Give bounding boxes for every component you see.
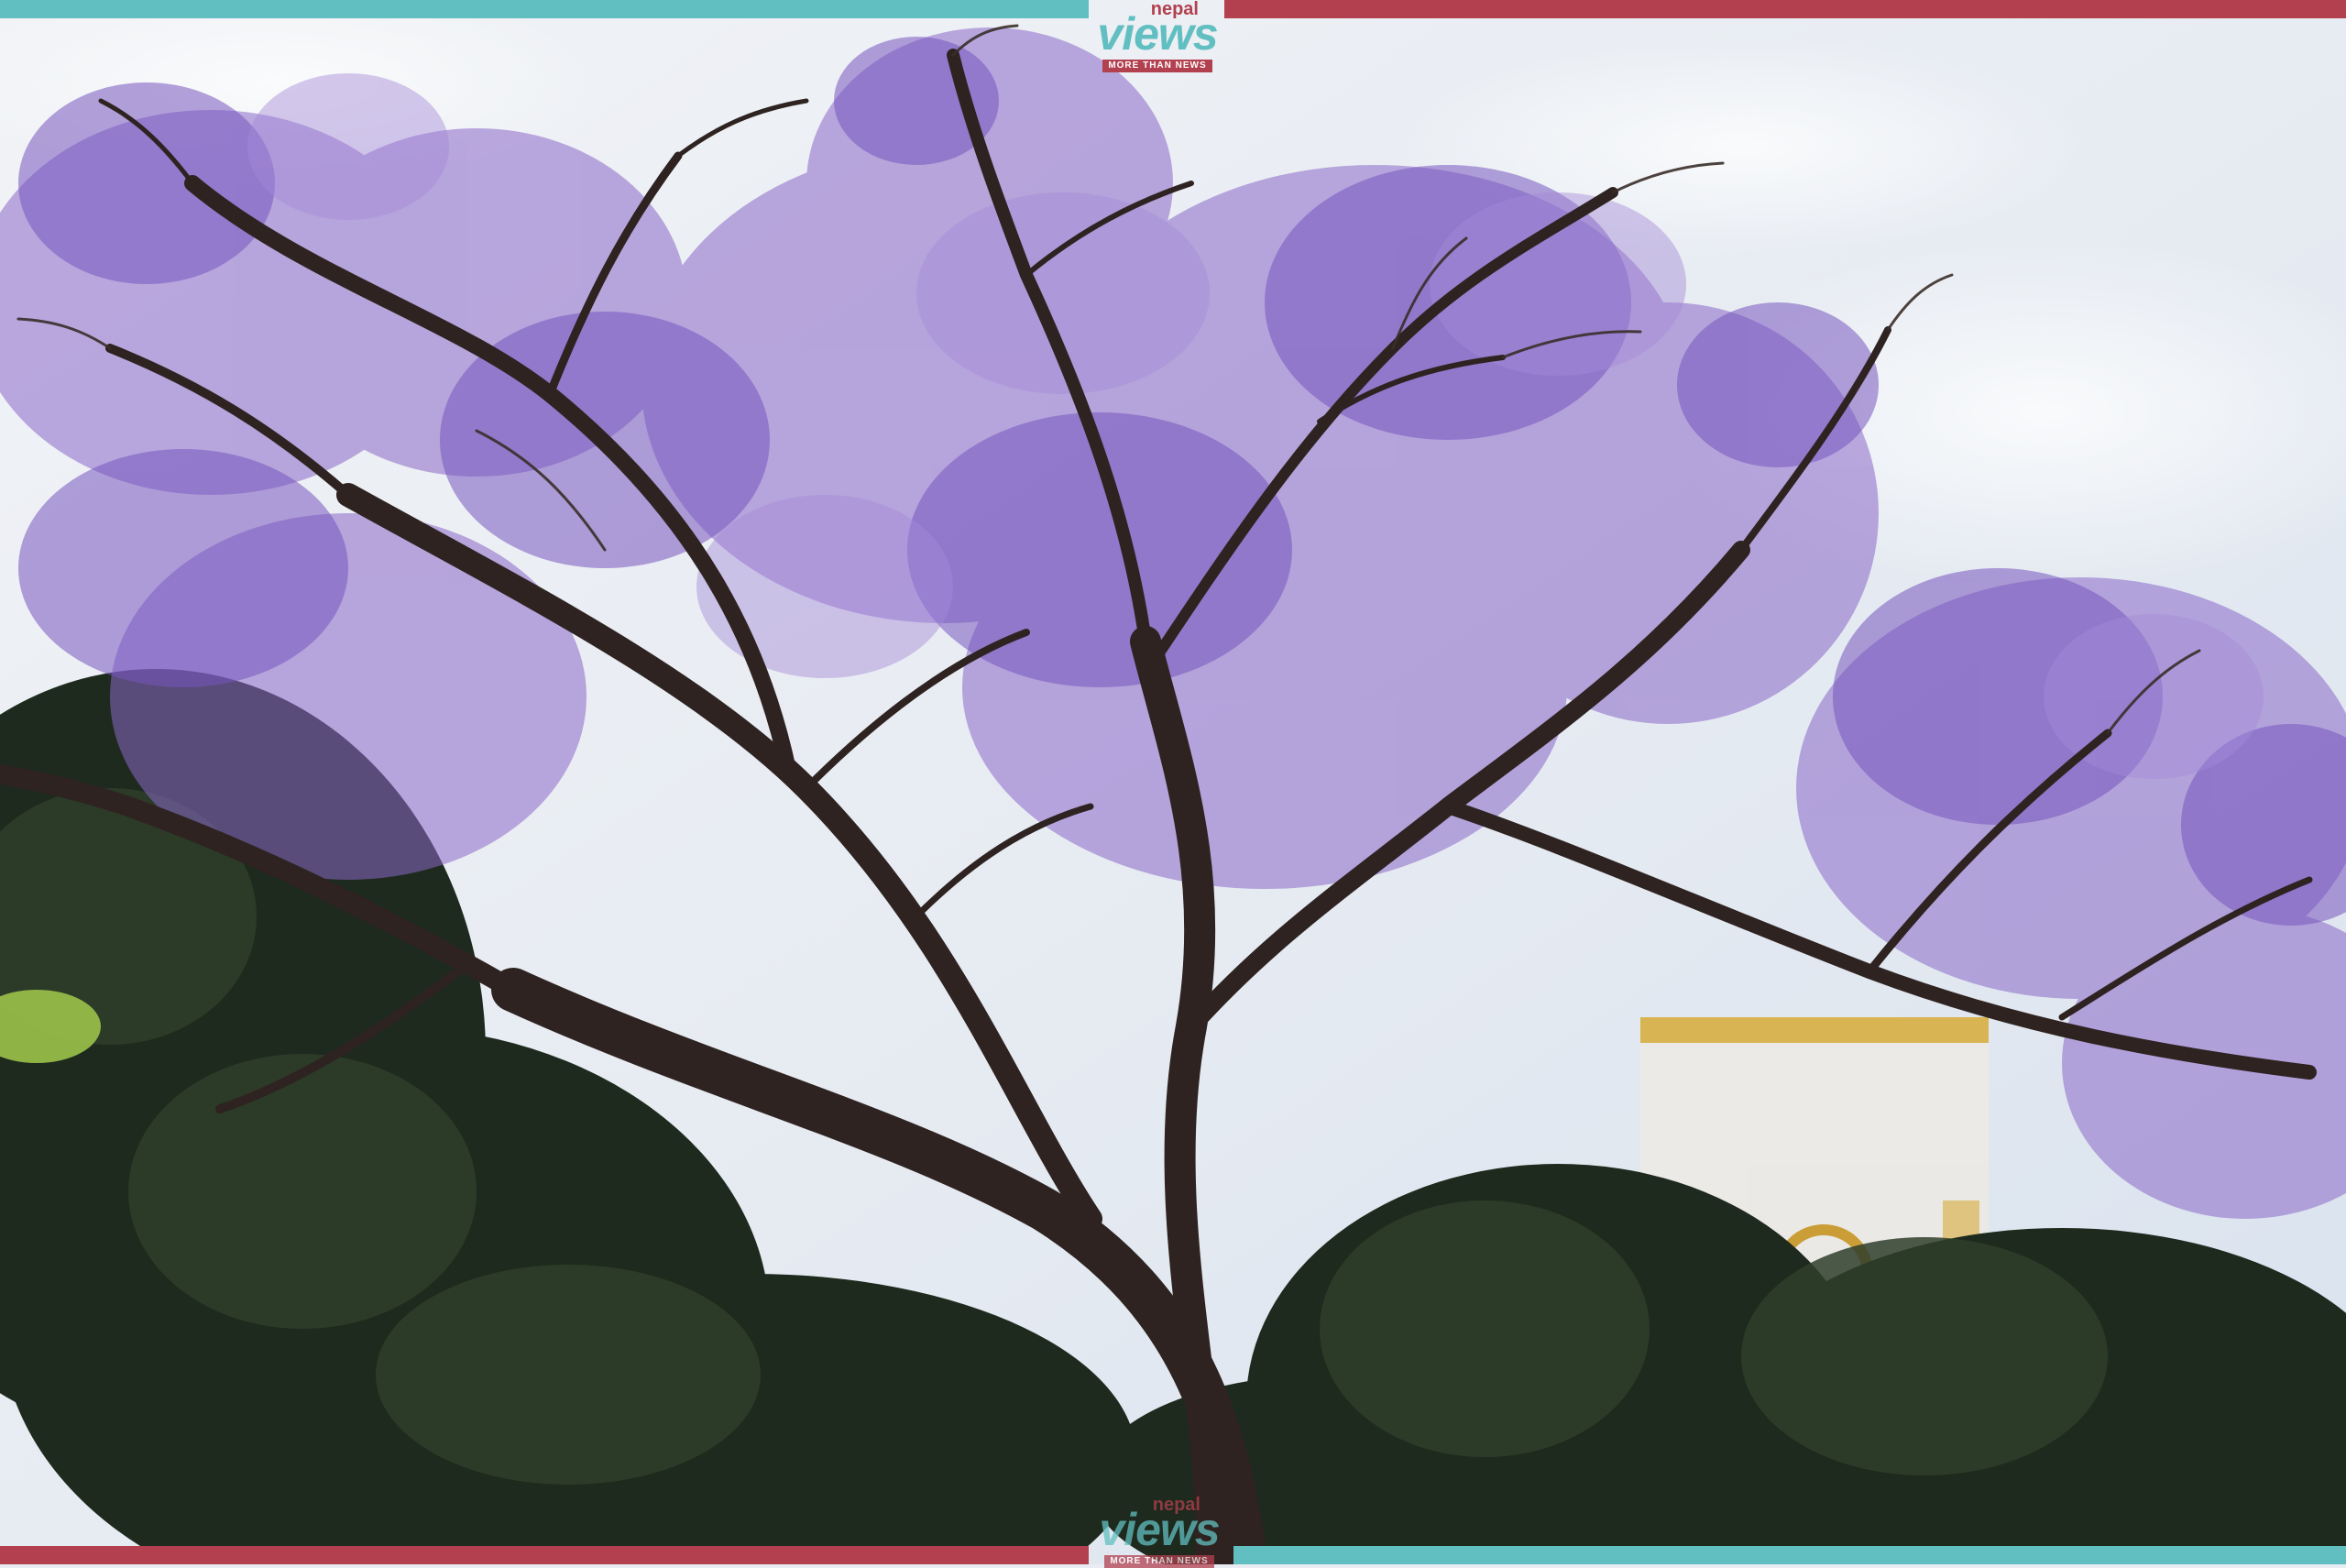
- nepal-views-logo-bottom: nepal views MORE THAN NEWS: [1098, 1496, 1221, 1568]
- top-right-accent-bar: [1224, 0, 2346, 18]
- bottom-left-accent-bar: [0, 1546, 1089, 1564]
- logo-main-text: views: [1099, 1504, 1220, 1555]
- jacaranda-tree-photo: [0, 0, 2346, 1564]
- top-left-accent-bar: [0, 0, 1089, 18]
- nepal-views-logo-top: nepal views MORE THAN NEWS: [1096, 0, 1219, 72]
- logo-tagline: MORE THAN NEWS: [1104, 1555, 1214, 1568]
- logo-tagline: MORE THAN NEWS: [1102, 60, 1212, 72]
- logo-main-text: views: [1097, 8, 1218, 60]
- bottom-right-accent-bar: [1233, 1546, 2346, 1564]
